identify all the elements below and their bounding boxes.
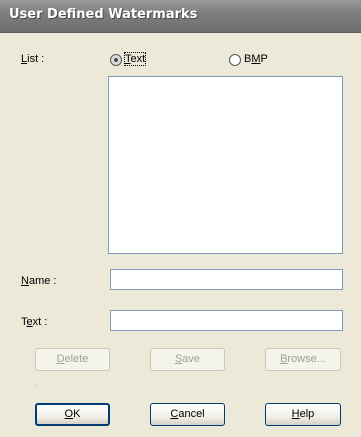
bmp-radio-label[interactable]: BMP [244, 53, 268, 65]
name-label: Name : [21, 275, 57, 287]
window-title: User Defined Watermarks [9, 7, 198, 22]
ok-button[interactable]: OK [35, 403, 110, 426]
cancel-button[interactable]: Cancel [150, 403, 225, 426]
text-radio-label[interactable]: Text [123, 52, 147, 66]
watermark-listbox[interactable] [108, 76, 343, 254]
text-label: Text : [21, 316, 48, 328]
text-input[interactable] [110, 310, 343, 331]
dialog-window: User Defined Watermarks List : Text BMP … [0, 0, 361, 437]
list-label: List : [21, 53, 45, 65]
bmp-radio-button[interactable] [229, 54, 241, 66]
separator-mark [36, 385, 37, 387]
name-input[interactable] [110, 269, 343, 290]
save-button[interactable]: Save [150, 348, 225, 371]
title-bar[interactable]: User Defined Watermarks [0, 0, 361, 33]
text-radio-button[interactable] [110, 54, 122, 66]
browse-button[interactable]: Browse... [265, 348, 341, 371]
delete-button[interactable]: Delete [35, 348, 110, 371]
help-button[interactable]: Help [265, 403, 341, 426]
